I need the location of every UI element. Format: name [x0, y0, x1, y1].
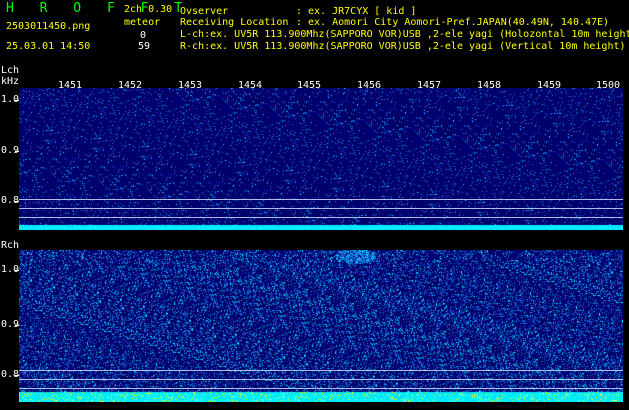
channel-label: 2ch 0.30 — [124, 4, 173, 15]
lch-reference-line — [19, 217, 623, 218]
rch-receiver-info: R-ch:ex. UV5R 113.900Mhz(SAPPORO VOR)USB… — [180, 41, 626, 52]
lch-reference-line — [19, 199, 623, 200]
location-value: : ex. Aomori City Aomori-Pref.JAPAN(40.4… — [296, 17, 610, 28]
observer-value: : ex. JR7CYX [ kid ] — [296, 6, 417, 17]
khz-axis-label: kHz — [1, 76, 20, 87]
meteor-lch-count: 0 — [140, 30, 147, 41]
rch-reference-line — [19, 370, 623, 371]
meteor-rch-count: 59 — [138, 41, 151, 52]
rch-reference-line — [19, 388, 623, 389]
filename-label: 2503011450.png — [6, 21, 91, 32]
rch-reference-line — [19, 379, 623, 380]
location-key: Receiving Location — [180, 17, 289, 28]
lch-axis-label: Lch — [1, 65, 20, 76]
lch-reference-line — [19, 208, 623, 209]
datetime-label: 25.03.01 14:50 — [6, 41, 91, 52]
observer-key: Ovserver — [180, 6, 229, 17]
meteor-label: meteor — [124, 17, 161, 28]
rch-axis-label: Rch — [1, 240, 20, 251]
lch-receiver-info: L-ch:ex. UV5R 113.900Mhz(SAPPORO VOR)USB… — [180, 29, 629, 40]
